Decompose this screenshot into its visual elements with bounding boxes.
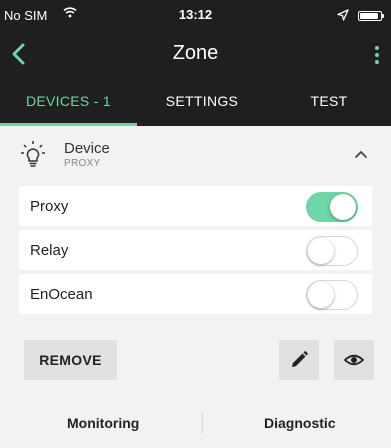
- bottom-bar: Monitoring Diagnostic: [0, 400, 391, 448]
- toggle-knob: [308, 238, 334, 264]
- toggle-knob: [308, 282, 334, 308]
- more-vert-icon[interactable]: [368, 44, 386, 66]
- toggle-knob: [330, 194, 356, 220]
- view-button[interactable]: [334, 340, 374, 380]
- chevron-up-icon[interactable]: [354, 149, 368, 159]
- setting-label-relay: Relay: [30, 242, 69, 259]
- setting-row-relay: Relay: [19, 230, 372, 270]
- relay-toggle[interactable]: [306, 236, 358, 266]
- lightbulb-icon: [21, 141, 45, 167]
- device-type: PROXY: [64, 158, 101, 169]
- tab-bar: DEVICES - 1 SETTINGS TEST: [0, 78, 391, 126]
- setting-row-proxy: Proxy: [19, 186, 372, 226]
- device-name: Device: [64, 140, 110, 157]
- setting-label-proxy: Proxy: [30, 198, 69, 215]
- clock: 13:12: [178, 7, 213, 22]
- proxy-toggle[interactable]: [306, 192, 358, 222]
- battery-icon: [358, 11, 384, 21]
- remove-button[interactable]: REMOVE: [24, 340, 117, 380]
- device-header[interactable]: Device PROXY: [0, 126, 391, 182]
- tab-settings[interactable]: SETTINGS: [137, 78, 267, 126]
- enocean-toggle[interactable]: [306, 280, 358, 310]
- monitoring-button[interactable]: Monitoring: [67, 415, 139, 431]
- status-bar: No SIM 13:12: [0, 0, 391, 30]
- setting-row-enocean: EnOcean: [19, 274, 372, 314]
- pencil-icon: [292, 351, 308, 367]
- page-title: Zone: [172, 42, 219, 64]
- divider: [202, 412, 203, 434]
- tab-devices-label: DEVICES - 1: [26, 93, 111, 109]
- setting-label-enocean: EnOcean: [30, 286, 93, 303]
- eye-icon: [344, 354, 364, 366]
- tab-test-label: TEST: [310, 93, 348, 109]
- tab-settings-label: SETTINGS: [165, 93, 239, 109]
- edit-button[interactable]: [279, 340, 319, 380]
- tab-devices[interactable]: DEVICES - 1: [0, 78, 137, 126]
- app-bar: Zone: [0, 30, 391, 78]
- tab-test[interactable]: TEST: [267, 78, 391, 126]
- location-icon: [337, 9, 349, 21]
- diagnostic-button[interactable]: Diagnostic: [264, 415, 336, 431]
